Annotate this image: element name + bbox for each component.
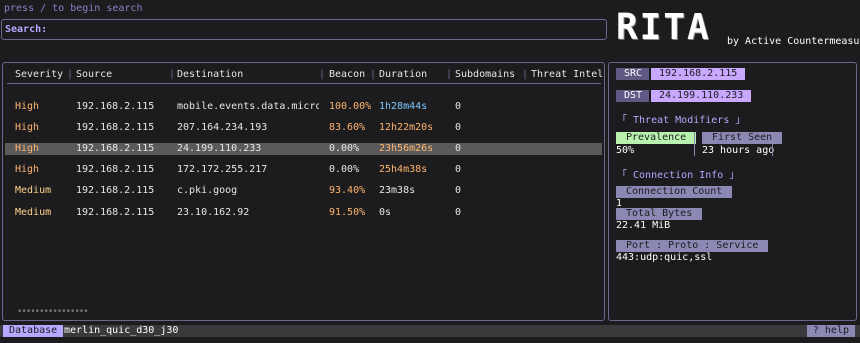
prevalence-label: Prevalence xyxy=(616,132,697,144)
col-source[interactable]: Source xyxy=(76,69,112,80)
search-bar[interactable]: Search: xyxy=(1,19,607,40)
duration-cell: 23m38s xyxy=(379,185,416,196)
destination-cell: 207.164.234.193 xyxy=(177,122,268,133)
table-row[interactable]: Medium 192.168.2.115 23.10.162.92 91.50%… xyxy=(5,207,602,219)
status-bar: Database merlin_quic_d30_j30 ? help xyxy=(0,325,860,337)
src-label: SRC xyxy=(616,68,650,80)
col-subdomains[interactable]: Subdomains xyxy=(455,69,515,80)
subdomains-cell: 0 xyxy=(455,185,462,196)
first-seen-label: First Seen xyxy=(702,132,783,144)
subdomains-cell: 0 xyxy=(455,143,462,154)
connection-info-heading: 「 Connection Info 」 xyxy=(617,170,740,181)
total-bytes-value: 22.41 MiB xyxy=(616,220,671,231)
subdomains-cell: 0 xyxy=(455,101,462,112)
connection-count-label: Connection Count xyxy=(616,186,733,198)
source-cell: 192.168.2.115 xyxy=(76,101,155,112)
search-label: Search: xyxy=(5,24,48,35)
severity-cell: Medium xyxy=(15,207,52,218)
table-header: Severity | Source | Destination | Beacon… xyxy=(3,69,604,81)
source-cell: 192.168.2.115 xyxy=(76,164,155,175)
table-row[interactable]: Medium 192.168.2.115 c.pki.goog 93.40% 2… xyxy=(5,185,602,197)
subdomains-cell: 0 xyxy=(455,207,462,218)
search-input[interactable] xyxy=(50,23,594,39)
beacon-cell: 83.60% xyxy=(329,122,366,133)
col-divider: | xyxy=(319,69,326,80)
destination-cell: c.pki.goog xyxy=(177,185,238,196)
threat-modifiers-heading: 「 Threat Modifiers 」 xyxy=(617,115,746,126)
col-threat-intel[interactable]: Threat Intel xyxy=(531,69,603,80)
beacon-cell: 93.40% xyxy=(329,185,366,196)
database-badge: Database xyxy=(3,325,64,337)
col-divider: | xyxy=(522,69,529,80)
table-row-selected[interactable]: High 192.168.2.115 24.199.110.233 0.00% … xyxy=(5,143,602,155)
search-hint: press / to begin search xyxy=(4,3,143,14)
first-seen-divider xyxy=(772,132,773,156)
prevalence-divider xyxy=(694,132,695,156)
col-beacon[interactable]: Beacon xyxy=(329,69,365,80)
destination-cell: 24.199.110.233 xyxy=(177,143,262,154)
col-divider: | xyxy=(446,69,453,80)
col-divider: | xyxy=(67,69,74,80)
severity-cell: High xyxy=(15,101,40,112)
port-proto-service-label: Port : Proto : Service xyxy=(616,240,769,252)
destination-cell: mobile.events.data.microso… xyxy=(177,101,319,112)
prevalence-value: 50% xyxy=(616,145,635,156)
database-name: merlin_quic_d30_j30 xyxy=(64,325,179,336)
results-table[interactable]: Severity | Source | Destination | Beacon… xyxy=(2,62,605,321)
duration-cell: 23h56m26s xyxy=(379,143,434,154)
col-duration[interactable]: Duration xyxy=(379,69,427,80)
source-cell: 192.168.2.115 xyxy=(76,207,155,218)
col-destination[interactable]: Destination xyxy=(177,69,243,80)
duration-cell: 0s xyxy=(379,207,392,218)
duration-cell: 25h4m38s xyxy=(379,164,428,175)
total-bytes-label: Total Bytes xyxy=(616,208,703,220)
header-divider xyxy=(7,83,601,84)
table-row[interactable]: High 192.168.2.115 172.172.255.217 0.00%… xyxy=(5,164,602,176)
port-proto-service-value: 443:udp:quic,ssl xyxy=(616,252,713,263)
subdomains-cell: 0 xyxy=(455,122,462,133)
rita-logo: RITA xyxy=(616,7,711,48)
severity-cell: High xyxy=(15,143,40,154)
dst-label: DST xyxy=(616,90,650,102)
help-button[interactable]: ? help xyxy=(806,325,855,337)
duration-cell: 12h22m20s xyxy=(379,122,434,133)
severity-cell: Medium xyxy=(15,185,52,196)
destination-cell: 172.172.255.217 xyxy=(177,164,268,175)
subdomains-cell: 0 xyxy=(455,164,462,175)
table-row[interactable]: High 192.168.2.115 mobile.events.data.mi… xyxy=(5,101,602,113)
brand-byline: by Active Countermeasures© xyxy=(727,36,860,47)
duration-cell: 1h28m44s xyxy=(379,101,428,112)
severity-cell: High xyxy=(15,164,40,175)
beacon-cell: 100.00% xyxy=(329,101,372,112)
src-value: 192.168.2.115 xyxy=(651,68,746,80)
col-severity[interactable]: Severity xyxy=(15,69,63,80)
col-divider: | xyxy=(370,69,377,80)
source-cell: 192.168.2.115 xyxy=(76,122,155,133)
col-divider: | xyxy=(169,69,176,80)
source-cell: 192.168.2.115 xyxy=(76,143,155,154)
source-cell: 192.168.2.115 xyxy=(76,185,155,196)
beacon-cell: 0.00% xyxy=(329,164,360,175)
pagination-dots[interactable]: •••••••••••••••• xyxy=(17,307,89,317)
table-row[interactable]: High 192.168.2.115 207.164.234.193 83.60… xyxy=(5,122,602,134)
beacon-cell: 91.50% xyxy=(329,207,366,218)
beacon-cell: 0.00% xyxy=(329,143,360,154)
severity-cell: High xyxy=(15,122,40,133)
first-seen-value: 23 hours ago xyxy=(702,145,775,156)
detail-panel: SRC 192.168.2.115 DST 24.199.110.233 「 T… xyxy=(608,62,857,321)
dst-value: 24.199.110.233 xyxy=(651,90,752,102)
destination-cell: 23.10.162.92 xyxy=(177,207,250,218)
